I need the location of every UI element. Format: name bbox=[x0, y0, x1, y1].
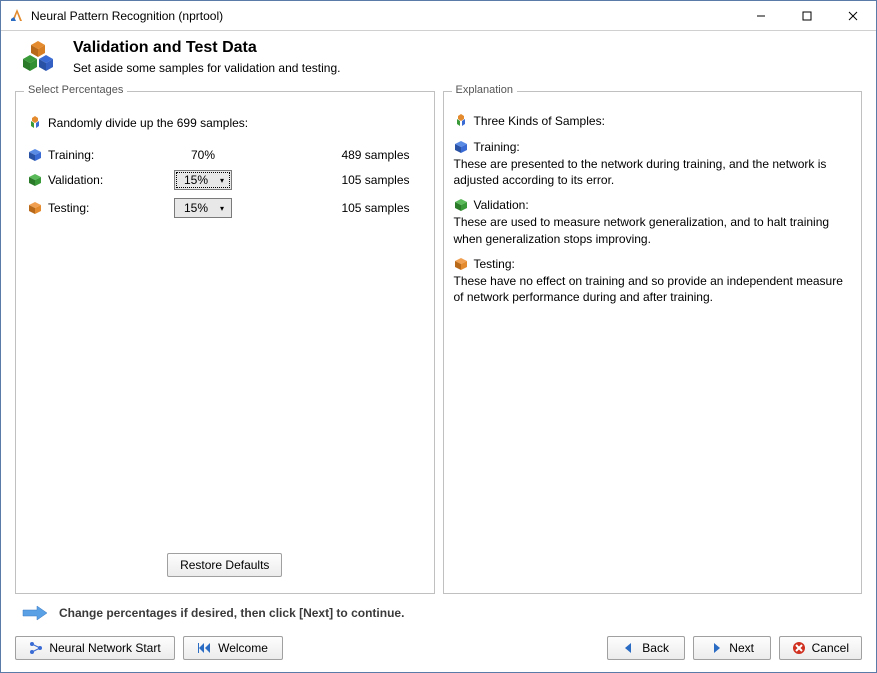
cubes-small-icon bbox=[454, 114, 468, 128]
welcome-button[interactable]: Welcome bbox=[183, 636, 283, 660]
green-cube-icon bbox=[28, 173, 42, 187]
hint-row: Change percentages if desired, then clic… bbox=[1, 598, 876, 630]
chevron-down-icon: ▾ bbox=[215, 199, 229, 217]
validation-select-value: 15% bbox=[184, 173, 208, 187]
explanation-panel: Explanation Three Kinds of Samples: Trai… bbox=[443, 91, 863, 594]
exp-training-text: These are presented to the network durin… bbox=[454, 156, 852, 188]
orange-cube-icon bbox=[454, 257, 468, 271]
matlab-icon bbox=[9, 8, 25, 24]
cubes-icon bbox=[21, 39, 63, 81]
back-button[interactable]: Back bbox=[607, 636, 685, 660]
training-samples: 489 samples bbox=[258, 148, 422, 162]
divide-row: Randomly divide up the 699 samples: bbox=[26, 112, 424, 134]
restore-defaults-label: Restore Defaults bbox=[180, 558, 269, 572]
next-label: Next bbox=[729, 641, 754, 655]
titlebar: Neural Pattern Recognition (nprtool) bbox=[1, 1, 876, 31]
page-subtitle: Set aside some samples for validation an… bbox=[73, 61, 340, 75]
hint-text: Change percentages if desired, then clic… bbox=[59, 606, 404, 620]
select-percentages-panel: Select Percentages Randomly divide up th… bbox=[15, 91, 435, 594]
window-title: Neural Pattern Recognition (nprtool) bbox=[31, 9, 738, 23]
content-area: Select Percentages Randomly divide up th… bbox=[1, 85, 876, 598]
validation-select[interactable]: 15% ▾ bbox=[174, 170, 232, 190]
validation-label: Validation: bbox=[48, 173, 148, 187]
cancel-icon bbox=[792, 641, 806, 655]
cancel-button[interactable]: Cancel bbox=[779, 636, 862, 660]
next-button[interactable]: Next bbox=[693, 636, 771, 660]
window-controls bbox=[738, 1, 876, 31]
rewind-icon bbox=[198, 641, 212, 655]
page-title: Validation and Test Data bbox=[73, 39, 340, 57]
blue-cube-icon bbox=[454, 140, 468, 154]
cancel-label: Cancel bbox=[812, 641, 849, 655]
exp-validation-text: These are used to measure network genera… bbox=[454, 214, 852, 246]
training-label: Training: bbox=[48, 148, 148, 162]
training-value: 70% bbox=[148, 148, 258, 162]
testing-row: Testing: 15% ▾ 105 samples bbox=[26, 194, 424, 222]
exp-testing-label: Testing: bbox=[474, 257, 515, 271]
page-header: Validation and Test Data Set aside some … bbox=[1, 31, 876, 85]
explanation-heading: Three Kinds of Samples: bbox=[474, 114, 605, 128]
testing-select[interactable]: 15% ▾ bbox=[174, 198, 232, 218]
nn-start-label: Neural Network Start bbox=[49, 641, 160, 655]
welcome-label: Welcome bbox=[218, 641, 268, 655]
minimize-button[interactable] bbox=[738, 1, 784, 31]
back-icon bbox=[622, 641, 636, 655]
maximize-button[interactable] bbox=[784, 1, 830, 31]
training-row: Training: 70% 489 samples bbox=[26, 144, 424, 166]
chevron-down-icon: ▾ bbox=[215, 171, 229, 189]
neural-network-start-button[interactable]: Neural Network Start bbox=[15, 636, 175, 660]
back-label: Back bbox=[642, 641, 669, 655]
footer-buttons: Neural Network Start Welcome Back Next C… bbox=[1, 630, 876, 672]
restore-defaults-button[interactable]: Restore Defaults bbox=[167, 553, 282, 577]
cubes-small-icon bbox=[28, 116, 42, 130]
close-button[interactable] bbox=[830, 1, 876, 31]
testing-select-value: 15% bbox=[184, 201, 208, 215]
blue-cube-icon bbox=[28, 148, 42, 162]
testing-label: Testing: bbox=[48, 201, 148, 215]
green-cube-icon bbox=[454, 198, 468, 212]
validation-row: Validation: 15% ▾ 105 samples bbox=[26, 166, 424, 194]
orange-cube-icon bbox=[28, 201, 42, 215]
app-window: Neural Pattern Recognition (nprtool) Val… bbox=[0, 0, 877, 673]
explanation-heading-row: Three Kinds of Samples: bbox=[454, 114, 852, 128]
exp-validation-label: Validation: bbox=[474, 198, 529, 212]
validation-samples: 105 samples bbox=[258, 173, 422, 187]
exp-training-label: Training: bbox=[474, 140, 520, 154]
network-icon bbox=[29, 641, 43, 655]
divide-text: Randomly divide up the 699 samples: bbox=[48, 116, 248, 130]
exp-testing-text: These have no effect on training and so … bbox=[454, 273, 852, 305]
next-icon bbox=[709, 641, 723, 655]
arrow-right-icon bbox=[21, 604, 49, 622]
testing-samples: 105 samples bbox=[258, 201, 422, 215]
panel-title-right: Explanation bbox=[452, 85, 518, 96]
panel-title-left: Select Percentages bbox=[24, 85, 127, 96]
